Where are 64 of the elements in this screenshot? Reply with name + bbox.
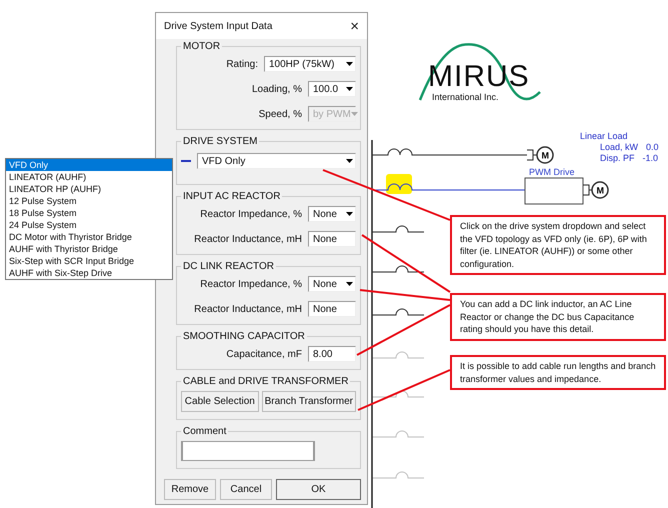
load-value: 0.0 <box>646 142 659 153</box>
group-legend: SMOOTHING CAPACITOR <box>181 331 307 342</box>
group-legend: Comment <box>181 426 228 437</box>
dropdown-field[interactable]: VFD Only <box>197 153 356 169</box>
field-label: Capacitance, mF <box>226 348 302 360</box>
dropdown-field[interactable]: None <box>308 206 356 222</box>
motor-label: M <box>596 186 604 196</box>
dash-icon <box>181 160 191 162</box>
motor-label: M <box>542 150 549 160</box>
load-label: Disp. PF <box>600 153 635 164</box>
list-option[interactable]: LINEATOR (AUHF) <box>6 171 172 183</box>
highlight <box>386 174 412 194</box>
list-option[interactable]: AUHF with Thyristor Bridge <box>6 243 172 255</box>
list-option[interactable]: VFD Only <box>6 159 172 171</box>
load-title: Linear Load <box>580 131 629 142</box>
field-label: Rating: <box>226 58 258 70</box>
list-option[interactable]: DC Motor with Thyristor Bridge <box>6 231 172 243</box>
group-legend: CABLE and DRIVE TRANSFORMER <box>181 376 350 387</box>
drive-box[interactable] <box>524 178 584 204</box>
dropdown-arrow-icon <box>346 159 353 163</box>
dropdown-field[interactable]: None <box>308 276 356 292</box>
callout-note: Click on the drive system dropdown and select the VFD topology as VFD only (ie. 6P), 6P with filter (ie. LINEATOR (AUHF)) or some other configuration. <box>450 215 666 275</box>
field-label: Reactor Impedance, % <box>200 278 302 290</box>
field-label: Reactor Inductance, mH <box>194 234 302 244</box>
load-value: -1.0 <box>642 153 658 164</box>
load-label: Load, kW <box>600 142 638 153</box>
dialog-button[interactable]: Remove <box>164 479 216 500</box>
dropdown-arrow-icon <box>350 112 358 116</box>
dropdown-arrow-icon <box>346 87 353 91</box>
list-option[interactable]: AUHF with Six-Step Drive <box>6 267 172 279</box>
field-label: Reactor Impedance, % <box>200 208 302 220</box>
dropdown-field[interactable]: 100HP (75kW) <box>264 56 356 72</box>
list-option[interactable]: 18 Pulse System <box>6 207 172 219</box>
dialog-button[interactable]: Cable Selection <box>181 391 259 412</box>
group-legend: DC LINK REACTOR <box>181 261 276 272</box>
logo-subtitle: International Inc. <box>432 92 499 102</box>
dropdown-arrow-icon <box>346 62 353 66</box>
motor-icon[interactable] <box>582 181 609 199</box>
group-legend: DRIVE SYSTEM <box>181 136 260 147</box>
group-legend: MOTOR <box>181 41 222 52</box>
dropdown-arrow-icon <box>346 212 353 216</box>
list-option[interactable]: 12 Pulse System <box>6 195 172 207</box>
field-label: Loading, % <box>252 84 302 94</box>
callout-note: It is possible to add cable run lengths and branch transformer values and impedance. <box>450 355 666 390</box>
group-legend: INPUT AC REACTOR <box>181 191 282 202</box>
input-field[interactable]: None <box>308 231 356 247</box>
dialog-button[interactable]: OK <box>276 479 361 500</box>
dialog-button[interactable]: Branch Transformer <box>262 391 356 412</box>
motor-icon[interactable] <box>526 146 554 164</box>
window-title: Drive System Input Data <box>164 20 272 32</box>
field-label: Speed, % <box>258 108 302 120</box>
input-field[interactable]: 8.00 <box>308 346 356 362</box>
close-button[interactable]: × <box>346 18 363 34</box>
dropdown-arrow-icon <box>346 282 353 286</box>
input-field[interactable]: None <box>308 301 356 317</box>
list-option[interactable]: Six-Step with SCR Input Bridge <box>6 255 172 267</box>
list-option[interactable]: LINEATOR HP (AUHF) <box>6 183 172 195</box>
comment-field[interactable] <box>182 441 314 461</box>
field-label: Reactor Inductance, mH <box>194 304 302 314</box>
dialog-button[interactable]: Cancel <box>220 479 272 500</box>
drive-label: PWM Drive <box>529 167 574 177</box>
list-option[interactable]: 24 Pulse System <box>6 219 172 231</box>
callout-note: You can add a DC link inductor, an AC Line Reactor or change the DC bus Capacitance rating should you have this detail. <box>450 293 666 340</box>
dropdown-field[interactable]: 100.0 <box>308 81 356 97</box>
